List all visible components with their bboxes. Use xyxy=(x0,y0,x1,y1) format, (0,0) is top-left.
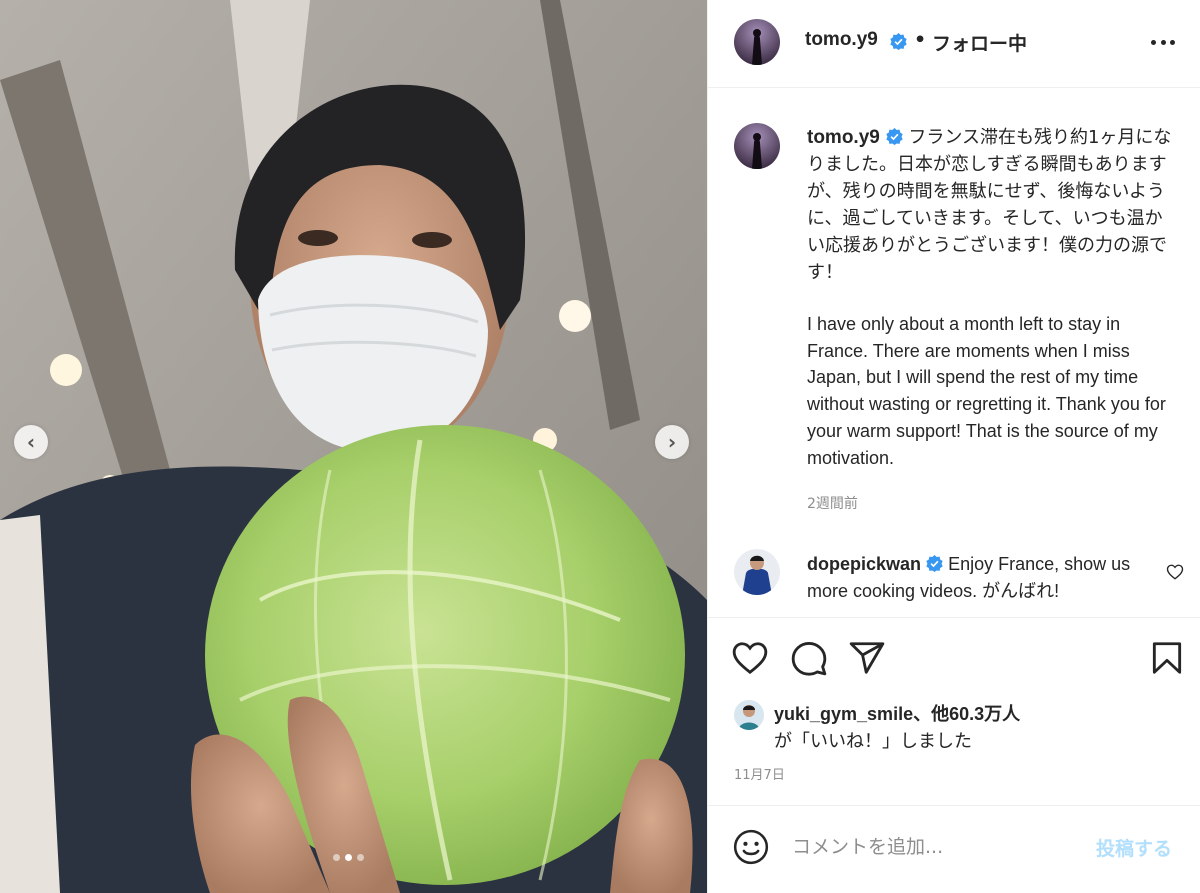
verified-badge-icon xyxy=(885,126,903,145)
comment-bubble-icon[interactable] xyxy=(790,639,828,677)
chevron-left-icon: ‹ xyxy=(26,430,36,454)
post-header: tomo.y9 • フォロー中 xyxy=(708,0,1200,88)
post-date[interactable]: 11月7日 xyxy=(734,764,785,783)
header-username[interactable]: tomo.y9 xyxy=(805,29,878,51)
post-photo xyxy=(0,0,707,893)
carousel-dot-active xyxy=(345,854,352,861)
likes-suffix: が「いいね！」しました xyxy=(774,731,972,752)
more-options-icon[interactable] xyxy=(1151,30,1175,54)
likes-count[interactable]: 、他60.3万人 xyxy=(913,704,1020,724)
carousel-dot xyxy=(333,854,340,861)
caption-timestamp[interactable]: 2週間前 xyxy=(807,493,858,513)
comment-like-heart-icon[interactable] xyxy=(1166,563,1184,581)
action-bar xyxy=(708,617,1200,687)
verified-badge-icon xyxy=(926,553,943,572)
bookmark-icon[interactable] xyxy=(1148,639,1186,677)
caption-text-ja: tomo.y9 フランス滞在も残り約1ヶ月になりました。日本が恋しすぎる瞬間もあ… xyxy=(807,124,1179,286)
likes-summary: yuki_gym_smile、他60.3万人 xyxy=(774,700,1020,726)
liker-avatar[interactable] xyxy=(734,700,764,730)
like-heart-icon[interactable] xyxy=(731,639,769,677)
post-comment-button[interactable]: 投稿する xyxy=(1096,834,1172,861)
caption-avatar[interactable] xyxy=(734,123,780,169)
chevron-right-icon: › xyxy=(667,430,677,454)
caption-body-ja: フランス滞在も残り約1ヶ月になりました。日本が恋しすぎる瞬間もありますが、残りの… xyxy=(807,127,1172,283)
carousel-indicator xyxy=(333,854,364,861)
separator-dot: • xyxy=(914,29,927,51)
liker-username[interactable]: yuki_gym_smile xyxy=(774,704,913,724)
comment: dopepickwan Enjoy France, show us more c… xyxy=(807,551,1157,605)
emoji-smiley-icon[interactable] xyxy=(732,828,770,866)
share-paper-plane-icon[interactable] xyxy=(848,639,886,677)
commenter-avatar[interactable] xyxy=(734,549,780,595)
add-comment-bar: 投稿する xyxy=(708,805,1200,893)
caption-username[interactable]: tomo.y9 xyxy=(807,127,880,148)
verified-badge-icon xyxy=(890,33,907,50)
carousel-dot xyxy=(357,854,364,861)
comment-username[interactable]: dopepickwan xyxy=(807,554,921,574)
carousel-prev-button[interactable]: ‹ xyxy=(14,425,48,459)
avatar[interactable] xyxy=(734,19,780,65)
following-button[interactable]: フォロー中 xyxy=(932,29,1027,56)
comment-input[interactable] xyxy=(792,830,1072,864)
post-media: ‹ › xyxy=(0,0,707,893)
caption-body-en: I have only about a month left to stay i… xyxy=(807,314,1166,468)
post-side-panel: tomo.y9 • フォロー中 tomo.y9 フランス滞在も残り約1ヶ月になり… xyxy=(707,0,1200,893)
carousel-next-button[interactable]: › xyxy=(655,425,689,459)
